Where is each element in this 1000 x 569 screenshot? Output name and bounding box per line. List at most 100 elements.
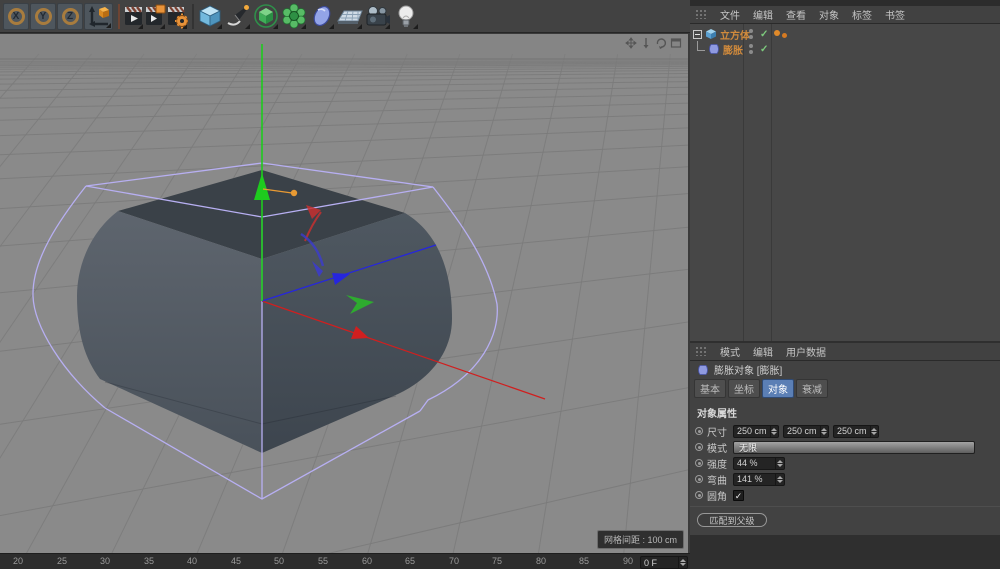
axis-lock-y-button[interactable]: Y — [30, 3, 56, 30]
object-properties-header: 对象属性 — [690, 401, 1000, 423]
size-y-field[interactable]: 250 cm — [783, 425, 829, 438]
stepper-icon[interactable] — [775, 474, 784, 485]
floor-button[interactable] — [337, 3, 363, 30]
render-picture-viewer-button[interactable] — [145, 3, 166, 30]
light-button[interactable] — [393, 3, 419, 30]
pan-icon[interactable] — [625, 37, 637, 49]
axis-lock-z-icon: Z — [62, 8, 79, 25]
axis-lock-x-button[interactable]: X — [3, 3, 29, 30]
fit-to-parent-button[interactable]: 匹配到父级 — [697, 513, 767, 527]
bulge-deformer-icon — [697, 364, 709, 376]
stepper-icon[interactable] — [820, 426, 828, 437]
size-x-field[interactable]: 250 cm — [733, 425, 779, 438]
main-toolbar: X Y Z — [0, 0, 690, 33]
timeline-tick: 80 — [526, 556, 556, 566]
timeline-tick: 45 — [221, 556, 251, 566]
maximize-icon[interactable] — [670, 37, 682, 49]
environment-button[interactable] — [309, 3, 335, 30]
stepper-icon[interactable] — [678, 557, 687, 568]
attribute-manager: 模式 编辑 用户数据 膨胀对象 [膨胀] 基本 坐标 对象 衰减 对象属性 尺寸 — [690, 343, 1000, 535]
add-cube-button[interactable] — [197, 3, 223, 30]
timeline-tick: 40 — [177, 556, 207, 566]
timeline-tick: 30 — [90, 556, 120, 566]
coordinate-system-button[interactable] — [84, 3, 113, 30]
om-column-divider — [743, 24, 744, 341]
stepper-icon[interactable] — [770, 426, 778, 437]
panel-grip-icon[interactable] — [696, 10, 707, 19]
timeline-ruler[interactable]: 20 25 30 35 40 45 50 55 60 65 70 75 80 8… — [0, 553, 690, 569]
curvature-field[interactable]: 141 % — [733, 473, 785, 486]
axis-lock-y-icon: Y — [35, 8, 52, 25]
object-row-cube[interactable]: 立方体 ✓ — [690, 27, 1000, 41]
attribute-title: 膨胀对象 [膨胀] — [714, 362, 782, 377]
enabled-check-icon[interactable]: ✓ — [760, 29, 768, 40]
subdivision-surface-button[interactable] — [253, 3, 279, 30]
key-circle-icon[interactable] — [695, 443, 703, 451]
curvature-row: 弯曲 141 % — [690, 471, 1000, 487]
size-z-field[interactable]: 250 cm — [833, 425, 879, 438]
om-menu-tags[interactable]: 标签 — [852, 7, 872, 22]
visibility-toggles[interactable] — [746, 29, 756, 39]
dolly-icon[interactable] — [640, 37, 652, 49]
key-circle-icon[interactable] — [695, 427, 703, 435]
key-circle-icon[interactable] — [695, 475, 703, 483]
tab-coordinates[interactable]: 坐标 — [728, 379, 760, 398]
timeline-tick: 20 — [3, 556, 33, 566]
viewport-3d[interactable]: 网格间距 : 100 cm — [0, 34, 688, 553]
axis-lock-z-button[interactable]: Z — [57, 3, 83, 30]
timeline-tick: 60 — [352, 556, 382, 566]
object-row-bulge[interactable]: 膨胀 ✓ — [690, 42, 1000, 56]
timeline-tick: 55 — [308, 556, 338, 566]
timeline-tick: 70 — [439, 556, 469, 566]
om-menu-objects[interactable]: 对象 — [819, 7, 839, 22]
mode-dropdown[interactable]: 无限 — [733, 441, 975, 454]
stepper-icon[interactable] — [775, 458, 784, 469]
tab-falloff[interactable]: 衰减 — [796, 379, 828, 398]
timeline-tick: 25 — [47, 556, 77, 566]
timeline-tick: 50 — [264, 556, 294, 566]
fillet-checkbox[interactable]: ✓ — [733, 490, 744, 501]
cinema4d-window: X Y Z — [0, 0, 1000, 569]
size-label: 尺寸 — [707, 424, 733, 439]
om-menu-view[interactable]: 查看 — [786, 7, 806, 22]
phong-tag-icon[interactable] — [774, 30, 780, 36]
tab-object[interactable]: 对象 — [762, 379, 794, 398]
object-tree[interactable]: 立方体 ✓ 膨胀 ✓ — [690, 24, 1000, 341]
timeline-tick: 90 — [613, 556, 643, 566]
om-menu-bookmarks[interactable]: 书签 — [885, 7, 905, 22]
key-circle-icon[interactable] — [695, 491, 703, 499]
enabled-check-icon[interactable]: ✓ — [760, 44, 768, 55]
visibility-toggles[interactable] — [746, 44, 756, 54]
render-settings-button[interactable] — [167, 3, 188, 30]
timeline-tick: 65 — [395, 556, 425, 566]
tag-icon[interactable] — [782, 33, 787, 38]
camera-button[interactable] — [365, 3, 391, 30]
bulge-deformer-icon — [708, 43, 720, 55]
toolbar-separator — [192, 4, 194, 29]
tab-basic[interactable]: 基本 — [694, 379, 726, 398]
om-menu-file[interactable]: 文件 — [720, 7, 740, 22]
orbit-icon[interactable] — [655, 37, 667, 49]
deformer-button[interactable] — [281, 3, 307, 30]
am-menu-userdata[interactable]: 用户数据 — [786, 344, 826, 359]
object-manager-menubar: 文件 编辑 查看 对象 标签 书签 — [690, 6, 1000, 24]
current-frame-field[interactable]: 0 F — [640, 556, 688, 569]
object-name[interactable]: 膨胀 — [723, 42, 743, 57]
am-menu-mode[interactable]: 模式 — [720, 344, 740, 359]
toolbar-separator — [118, 4, 120, 29]
om-column-divider — [771, 24, 772, 341]
key-circle-icon[interactable] — [695, 459, 703, 467]
axis-lock-x-icon: X — [8, 8, 25, 25]
om-menu-edit[interactable]: 编辑 — [753, 7, 773, 22]
tree-branch — [697, 41, 705, 51]
panel-grip-icon[interactable] — [696, 347, 707, 356]
am-menu-edit[interactable]: 编辑 — [753, 344, 773, 359]
mode-row: 模式 无限 — [690, 439, 1000, 455]
spline-pen-button[interactable] — [225, 3, 251, 30]
size-row: 尺寸 250 cm 250 cm 250 cm — [690, 423, 1000, 439]
strength-field[interactable]: 44 % — [733, 457, 785, 470]
strength-row: 强度 44 % — [690, 455, 1000, 471]
stepper-icon[interactable] — [870, 426, 878, 437]
expand-toggle-icon[interactable] — [693, 30, 702, 39]
render-view-button[interactable] — [123, 3, 144, 30]
